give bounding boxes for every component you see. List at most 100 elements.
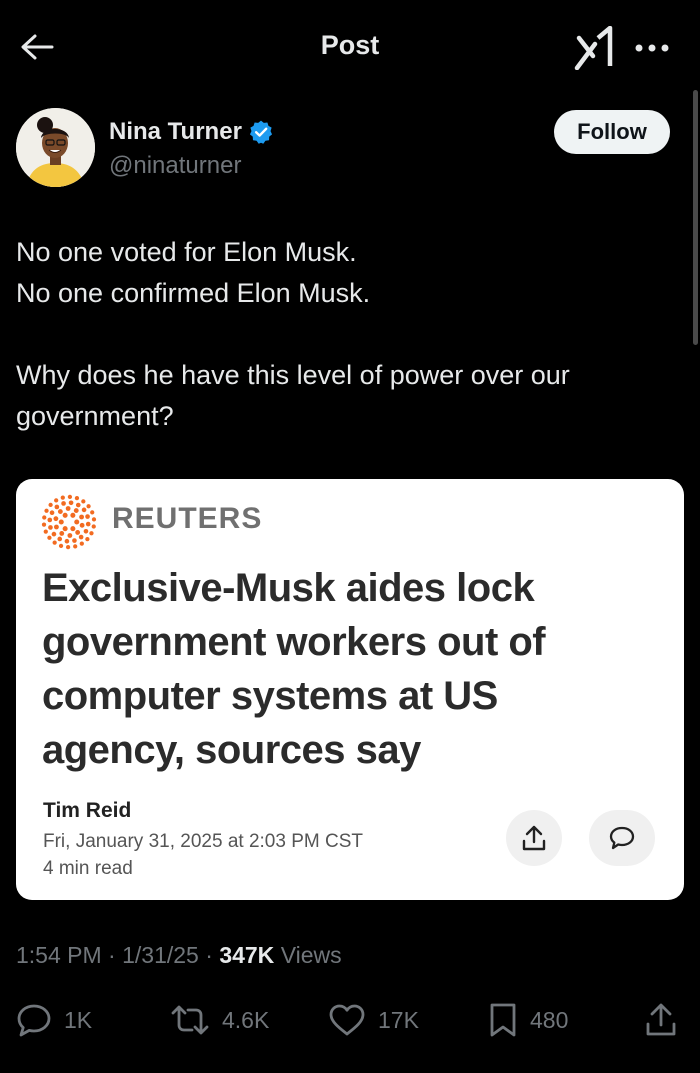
logo-dot — [43, 529, 48, 534]
author-row: Nina Turner @ninaturner Follow — [16, 108, 686, 192]
repost-count: 4.6K — [222, 1006, 270, 1033]
repost-icon — [171, 1005, 209, 1035]
logo-dot — [89, 531, 94, 536]
logo-dot — [54, 504, 60, 510]
share-icon — [646, 1003, 676, 1036]
post-text: No one voted for Elon Musk. No one confi… — [16, 232, 676, 437]
logo-dot — [57, 509, 63, 514]
article-card[interactable]: REUTERS Exclusive-Musk aides lock govern… — [16, 479, 684, 900]
logo-dot — [70, 526, 76, 532]
logo-dot — [65, 544, 71, 550]
logo-dot — [62, 512, 68, 518]
article-byline: Tim Reid — [43, 799, 132, 822]
heart-icon — [329, 1004, 365, 1036]
reuters-logo — [41, 494, 97, 550]
follow-button[interactable]: Follow — [554, 110, 670, 154]
post-line: Why does he have this level of power ove… — [16, 360, 570, 431]
card-comment-button[interactable] — [589, 810, 655, 866]
card-share-button[interactable] — [506, 810, 562, 866]
logo-dot — [74, 519, 80, 525]
more-button[interactable] — [630, 30, 674, 66]
top-bar: Post — [0, 0, 700, 88]
logo-dot — [74, 496, 80, 501]
logo-dot — [85, 514, 90, 519]
logo-dot — [60, 495, 65, 500]
grok-button[interactable] — [570, 24, 618, 72]
logo-dot — [59, 531, 65, 536]
logo-dot — [68, 500, 74, 506]
logo-dot — [79, 514, 84, 520]
logo-dot — [85, 537, 90, 542]
bookmark-icon — [490, 1003, 516, 1037]
more-dots-icon — [635, 44, 669, 52]
logo-dot — [42, 515, 47, 520]
post-line-blank — [16, 314, 676, 355]
logo-dot — [58, 519, 64, 525]
views-label: Views — [280, 942, 342, 968]
post-line: No one confirmed Elon Musk. — [16, 278, 371, 308]
verified-badge-icon — [249, 120, 272, 144]
logo-dot — [91, 524, 96, 529]
views-count[interactable]: 347K — [219, 942, 274, 968]
logo-dot — [85, 521, 91, 527]
logo-dot — [49, 510, 55, 516]
bookmark-button[interactable]: 480 — [488, 1000, 568, 1040]
logo-dot — [79, 522, 85, 528]
action-bar: 1K 4.6K 17K 480 — [0, 1000, 700, 1040]
logo-dot — [65, 506, 71, 511]
logo-dot — [91, 517, 97, 522]
logo-dot — [57, 536, 63, 542]
logo-dot — [78, 534, 84, 540]
reply-count: 1K — [64, 1006, 93, 1033]
reply-icon — [17, 1004, 51, 1037]
logo-dot — [81, 507, 87, 513]
repost-button[interactable]: 4.6K — [170, 1000, 269, 1040]
author-name[interactable]: Nina Turner — [109, 118, 242, 146]
post-time: 1:54 PM — [16, 942, 102, 968]
logo-dot — [81, 499, 86, 504]
logo-dot — [44, 508, 49, 513]
reply-button[interactable]: 1K — [16, 1000, 92, 1040]
logo-dot — [75, 530, 81, 535]
logo-dot — [73, 544, 78, 549]
logo-dot — [51, 531, 57, 537]
grok-icon — [574, 26, 613, 70]
post-meta: 1:54 PM · 1/31/25 · 347K Views — [16, 942, 342, 968]
avatar[interactable] — [16, 108, 95, 187]
logo-dot — [64, 538, 70, 544]
logo-dot — [72, 538, 77, 543]
share-icon — [522, 825, 546, 851]
like-button[interactable]: 17K — [328, 1000, 419, 1040]
logo-dot — [47, 517, 53, 523]
logo-dot — [53, 516, 59, 522]
logo-dot — [67, 494, 73, 500]
logo-dot — [73, 508, 79, 513]
article-read-time: 4 min read — [43, 858, 133, 879]
article-date: Fri, January 31, 2025 at 2:03 PM CST — [43, 831, 363, 852]
author-name-row: Nina Turner — [109, 118, 274, 146]
like-count: 17K — [378, 1006, 419, 1033]
post-line: No one voted for Elon Musk. — [16, 237, 357, 267]
article-headline[interactable]: Exclusive-Musk aides lock government wor… — [42, 561, 642, 777]
post-date: 1/31/25 — [122, 942, 199, 968]
logo-dot — [52, 540, 57, 545]
scrollbar[interactable] — [693, 90, 698, 345]
logo-dot — [75, 502, 81, 508]
logo-dot — [62, 526, 68, 532]
logo-dot — [48, 502, 53, 507]
logo-dot — [90, 510, 95, 515]
logo-dot — [79, 541, 84, 546]
logo-dot — [54, 524, 59, 530]
logo-dot — [67, 533, 73, 538]
comment-icon — [609, 826, 635, 850]
bookmark-count: 480 — [530, 1006, 569, 1033]
logo-dot — [58, 543, 64, 548]
logo-dot — [47, 535, 52, 540]
author-handle[interactable]: @ninaturner — [109, 152, 241, 180]
logo-dot — [41, 522, 47, 527]
share-button[interactable] — [644, 1000, 678, 1040]
logo-dot — [48, 525, 53, 530]
logo-dot — [54, 498, 59, 503]
logo-dot — [86, 504, 91, 509]
logo-dot — [70, 512, 76, 518]
